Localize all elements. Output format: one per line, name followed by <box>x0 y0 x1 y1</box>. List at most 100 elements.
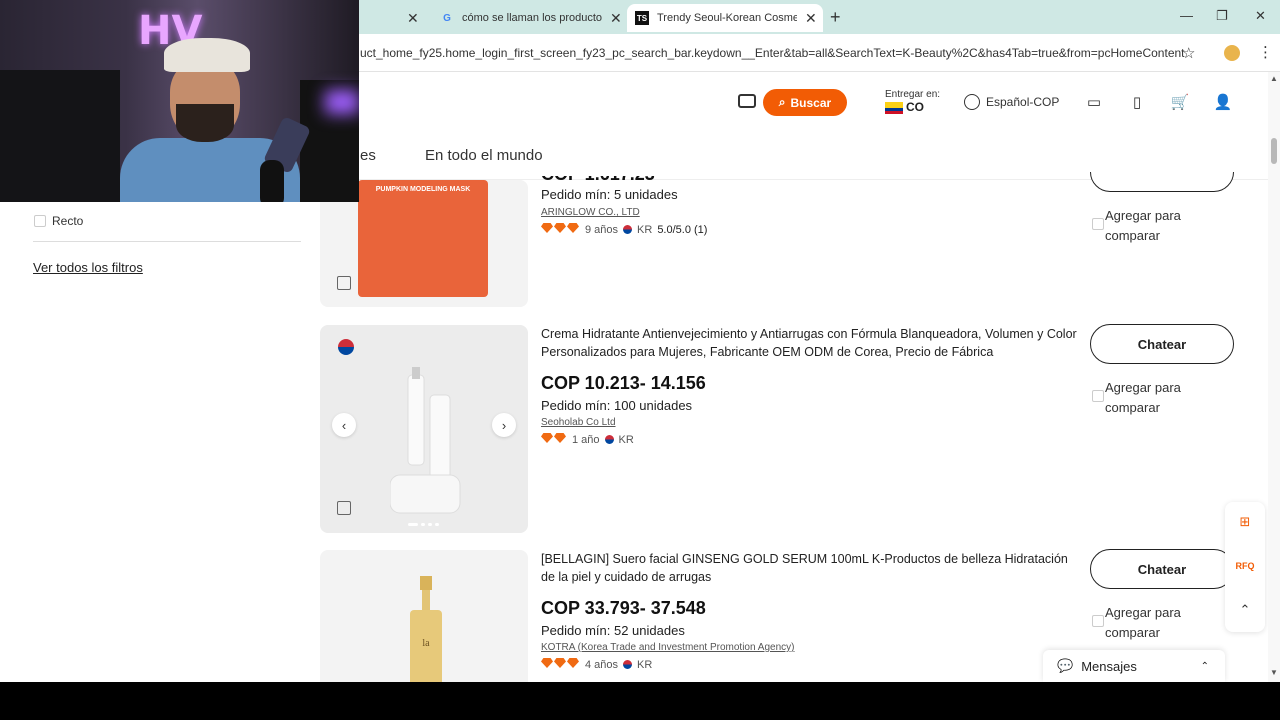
chat-button[interactable]: Chatear <box>1090 324 1234 364</box>
new-tab-icon[interactable]: + <box>830 7 841 28</box>
supplier-rating: 5.0/5.0 (1) <box>657 223 708 236</box>
tab-partial[interactable]: es <box>360 147 376 164</box>
deliver-to[interactable]: Entregar en: CO <box>885 89 941 115</box>
page-scrollbar[interactable]: ▲ ▼ <box>1268 72 1280 682</box>
all-filters-link[interactable]: Ver todos los filtros <box>33 260 143 275</box>
camera-search-icon[interactable] <box>738 94 756 108</box>
chat-bubble-icon: 💬 <box>1057 658 1074 673</box>
supplier-country: KR <box>637 223 653 236</box>
korea-flag-icon <box>604 435 614 444</box>
product-price: COP 10.213- 14.156 <box>541 373 706 393</box>
search-button[interactable]: ⌕ Buscar <box>763 89 847 116</box>
supplier-years: 4 años <box>585 658 619 671</box>
close-tab-icon[interactable]: ✕ <box>805 10 817 27</box>
product-image[interactable]: la <box>320 550 528 682</box>
browser-tab-1[interactable]: ✕ <box>359 4 431 32</box>
microphone <box>260 160 284 202</box>
beard <box>176 104 234 142</box>
divider <box>33 241 301 242</box>
browser-tab-2[interactable]: G cómo se llaman los productos d ✕ <box>432 4 622 32</box>
messages-widget[interactable]: 💬 Mensajes ⌃ <box>1043 650 1225 682</box>
floating-toolbar: ⊞ RFQ ⌃ <box>1225 502 1265 632</box>
filter-recto[interactable]: Recto <box>34 214 83 228</box>
compare-label: Agregar para comparar <box>1105 380 1181 415</box>
min-order: Pedido mín: 100 unidades <box>541 398 693 413</box>
deliver-country: CO <box>906 100 924 114</box>
search-button-label: Buscar <box>790 95 832 110</box>
product-title[interactable]: Crema Hidratante Antienvejecimiento y An… <box>541 325 1081 361</box>
webcam-overlay: HV <box>0 0 359 202</box>
extension-icon[interactable] <box>1224 45 1240 61</box>
korea-flag-icon <box>328 333 364 361</box>
deliver-label: Entregar en: <box>885 89 941 100</box>
korea-flag-icon <box>623 225 633 234</box>
compare-toggle[interactable]: Agregar para comparar <box>1092 378 1195 418</box>
close-window-icon[interactable]: ✕ <box>1255 8 1266 24</box>
cart-icon[interactable]: 🛒 <box>1170 92 1190 112</box>
language-label: Español-COP <box>986 95 1060 109</box>
product-price: COP 33.793- 37.548 <box>541 598 706 618</box>
supplier-country: KR <box>618 433 634 446</box>
supplier-link[interactable]: ARINGLOW CO., LTD <box>541 207 640 218</box>
chat-button[interactable]: Chatear <box>1090 549 1234 589</box>
compare-checkbox[interactable] <box>1092 218 1104 230</box>
globe-icon <box>964 94 980 110</box>
image-prev-arrow-icon[interactable]: ‹ <box>332 413 356 437</box>
url-field[interactable]: uct_home_fy25.home_login_first_screen_fy… <box>360 46 1185 60</box>
colombia-flag-icon <box>885 102 903 115</box>
product-image[interactable]: ‹ › <box>320 325 528 533</box>
close-tab-icon[interactable]: ✕ <box>407 10 419 27</box>
product-bottles-image <box>390 367 461 514</box>
browser-tab-3[interactable]: TS Trendy Seoul-Korean Cosmetic ✕ <box>627 4 823 32</box>
browser-menu-icon[interactable]: ⋮ <box>1258 43 1273 61</box>
messages-icon[interactable]: ▭ <box>1084 92 1104 112</box>
tab-worldwide[interactable]: En todo el mundo <box>425 147 543 164</box>
compare-checkbox[interactable] <box>1092 390 1104 402</box>
image-search-tool-icon[interactable]: ⊞ <box>1237 514 1253 530</box>
tab-title: Trendy Seoul-Korean Cosmetic <box>657 12 797 24</box>
supplier-link[interactable]: KOTRA (Korea Trade and Investment Promot… <box>541 642 794 653</box>
chevron-up-icon[interactable]: ⌃ <box>1201 661 1209 672</box>
supplier-meta: 1 año KR <box>541 433 634 446</box>
bottom-bar <box>0 682 1280 720</box>
serum-bottle-image: la <box>410 576 442 682</box>
supplier-link[interactable]: Seoholab Co Ltd <box>541 417 616 428</box>
product-package: PUMPKIN MODELING MASK <box>358 180 488 297</box>
compare-toggle[interactable]: Agregar para comparar <box>1092 603 1195 643</box>
search-icon: ⌕ <box>778 95 786 109</box>
back-to-top-icon[interactable]: ⌃ <box>1237 602 1253 618</box>
diamond-icons <box>541 223 580 236</box>
streamer <box>100 38 312 202</box>
min-order: Pedido mín: 52 unidades <box>541 623 685 638</box>
supplier-country: KR <box>637 658 653 671</box>
image-next-arrow-icon[interactable]: › <box>492 413 516 437</box>
image-search-icon[interactable] <box>337 501 351 515</box>
filter-checkbox[interactable] <box>34 215 46 227</box>
scroll-down-icon[interactable]: ▼ <box>1270 668 1278 677</box>
carousel-dots <box>408 523 439 526</box>
svg-text:la: la <box>422 638 430 649</box>
compare-toggle[interactable]: Agregar para comparar <box>1092 206 1195 246</box>
supplier-meta: 9 años KR 5.0/5.0 (1) <box>541 223 707 236</box>
messages-label: Mensajes <box>1081 658 1137 674</box>
diamond-icons <box>541 658 580 671</box>
language-selector[interactable]: Español-COP <box>964 94 1059 110</box>
minimize-icon[interactable]: — <box>1180 8 1193 23</box>
supplier-meta: 4 años KR <box>541 658 652 671</box>
rfq-icon[interactable]: RFQ <box>1236 558 1255 574</box>
restore-icon[interactable]: ❐ <box>1216 8 1228 24</box>
scrollbar-thumb[interactable] <box>1271 138 1277 164</box>
compare-checkbox[interactable] <box>1092 615 1104 627</box>
min-order: Pedido mín: 5 unidades <box>541 187 678 202</box>
product-title[interactable]: [BELLAGIN] Suero facial GINSENG GOLD SER… <box>541 550 1081 586</box>
image-search-icon[interactable] <box>337 276 351 290</box>
diamond-icons <box>541 433 567 446</box>
cap <box>164 38 250 72</box>
scroll-up-icon[interactable]: ▲ <box>1270 74 1278 83</box>
supplier-years: 1 año <box>572 433 600 446</box>
purple-light <box>325 90 359 114</box>
close-tab-icon[interactable]: ✕ <box>610 10 622 27</box>
orders-icon[interactable]: ▯ <box>1127 92 1147 112</box>
account-icon[interactable]: 👤 <box>1213 92 1233 112</box>
bookmark-star-icon[interactable]: ☆ <box>1182 44 1195 62</box>
